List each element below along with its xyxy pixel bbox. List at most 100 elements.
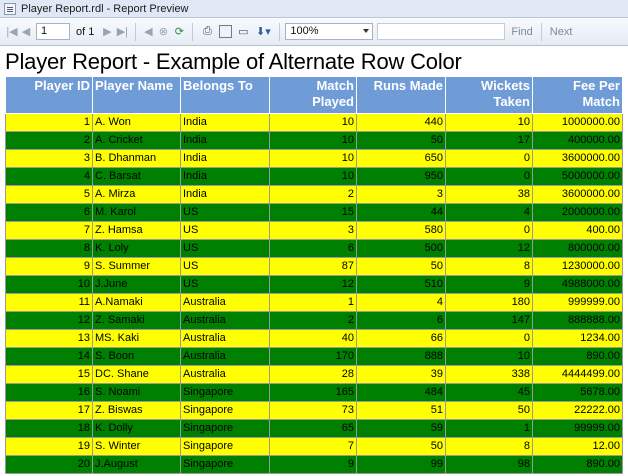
match-played-cell: 2 bbox=[269, 311, 357, 330]
player-name-cell: A. Cricket bbox=[92, 131, 181, 150]
player-id-cell: 8 bbox=[5, 239, 93, 258]
player-id-cell: 6 bbox=[5, 203, 93, 222]
wickets-taken-cell: 180 bbox=[445, 293, 533, 312]
column-header-player-name: Player Name bbox=[92, 76, 181, 114]
table-row: 14 S. Boon Australia 170 888 10 890.00 bbox=[5, 347, 623, 366]
match-played-cell: 6 bbox=[269, 239, 357, 258]
player-name-cell: B. Dhanman bbox=[92, 149, 181, 168]
find-link[interactable]: Find bbox=[511, 26, 532, 38]
player-name-cell: A. Won bbox=[92, 113, 181, 132]
fee-per-match-cell: 1000000.00 bbox=[532, 113, 623, 132]
next-page-icon[interactable]: ▶ bbox=[100, 22, 114, 42]
print-layout-icon[interactable] bbox=[216, 22, 234, 42]
belongs-to-cell: US bbox=[180, 221, 270, 240]
next-link[interactable]: Next bbox=[550, 26, 573, 38]
previous-page-icon[interactable]: ◀ bbox=[20, 22, 32, 42]
match-played-cell: 7 bbox=[269, 437, 357, 456]
runs-made-cell: 39 bbox=[356, 365, 446, 384]
table-row: 5 A. Mirza India 2 3 38 3600000.00 bbox=[5, 185, 623, 204]
runs-made-cell: 99 bbox=[356, 455, 446, 474]
runs-made-cell: 580 bbox=[356, 221, 446, 240]
find-input[interactable] bbox=[377, 23, 506, 40]
wickets-taken-cell: 8 bbox=[445, 437, 533, 456]
fee-per-match-cell: 890.00 bbox=[532, 347, 623, 366]
wickets-taken-cell: 0 bbox=[445, 149, 533, 168]
belongs-to-cell: India bbox=[180, 149, 270, 168]
page-count-label: of 1 bbox=[76, 25, 95, 38]
belongs-to-cell: Singapore bbox=[180, 437, 270, 456]
fee-per-match-cell: 2000000.00 bbox=[532, 203, 623, 222]
table-row: 18 K. Dolly Singapore 65 59 1 99999.00 bbox=[5, 419, 623, 438]
zoom-select[interactable]: 100% bbox=[285, 23, 374, 40]
player-id-cell: 11 bbox=[5, 293, 93, 312]
belongs-to-cell: US bbox=[180, 203, 270, 222]
player-id-cell: 3 bbox=[5, 149, 93, 168]
wickets-taken-cell: 0 bbox=[445, 221, 533, 240]
table-row: 20 J.August Singapore 9 99 98 890.00 bbox=[5, 455, 623, 474]
runs-made-cell: 3 bbox=[356, 185, 446, 204]
fee-per-match-cell: 3600000.00 bbox=[532, 185, 623, 204]
table-row: 2 A. Cricket India 10 50 17 400000.00 bbox=[5, 131, 623, 150]
belongs-to-cell: US bbox=[180, 275, 270, 294]
table-row: 12 Z. Samaki Australia 2 6 147 888888.00 bbox=[5, 311, 623, 330]
belongs-to-cell: Australia bbox=[180, 347, 270, 366]
match-played-cell: 40 bbox=[269, 329, 357, 348]
export-icon[interactable]: ⬇▾ bbox=[252, 22, 274, 42]
table-row: 8 K. Loly US 6 500 12 800000.00 bbox=[5, 239, 623, 258]
runs-made-cell: 50 bbox=[356, 131, 446, 150]
wickets-taken-cell: 0 bbox=[445, 329, 533, 348]
match-played-cell: 28 bbox=[269, 365, 357, 384]
refresh-icon[interactable]: ⟳ bbox=[171, 22, 187, 42]
player-name-cell: M. Karol bbox=[92, 203, 181, 222]
toolbar-separator bbox=[540, 22, 542, 41]
match-played-cell: 10 bbox=[269, 167, 357, 186]
table-row: 9 S. Summer US 87 50 8 1230000.00 bbox=[5, 257, 623, 276]
player-name-cell: C. Barsat bbox=[92, 167, 181, 186]
table-row: 7 Z. Hamsa US 3 580 0 400.00 bbox=[5, 221, 623, 240]
wickets-taken-cell: 10 bbox=[445, 347, 533, 366]
belongs-to-cell: Australia bbox=[180, 365, 270, 384]
match-played-cell: 65 bbox=[269, 419, 357, 438]
page-setup-icon[interactable]: ▭ bbox=[234, 22, 252, 42]
match-played-cell: 9 bbox=[269, 455, 357, 474]
table-row: 11 A.Namaki Australia 1 4 180 999999.00 bbox=[5, 293, 623, 312]
back-icon[interactable]: ◀ bbox=[141, 22, 155, 42]
table-row: 13 MS. Kaki Australia 40 66 0 1234.00 bbox=[5, 329, 623, 348]
player-name-cell: Z. Biswas bbox=[92, 401, 181, 420]
player-name-cell: K. Loly bbox=[92, 239, 181, 258]
zoom-value: 100% bbox=[290, 25, 319, 37]
fee-per-match-cell: 890.00 bbox=[532, 455, 623, 474]
player-id-cell: 19 bbox=[5, 437, 93, 456]
table-row: 15 DC. Shane Australia 28 39 338 4444499.00 bbox=[5, 365, 623, 384]
player-id-cell: 20 bbox=[5, 455, 93, 474]
belongs-to-cell: India bbox=[180, 113, 270, 132]
table-row: 4 C. Barsat India 10 950 0 5000000.00 bbox=[5, 167, 623, 186]
print-icon[interactable]: ⎙ bbox=[198, 22, 216, 42]
match-played-cell: 170 bbox=[269, 347, 357, 366]
runs-made-cell: 950 bbox=[356, 167, 446, 186]
player-id-cell: 15 bbox=[5, 365, 93, 384]
runs-made-cell: 888 bbox=[356, 347, 446, 366]
wickets-taken-cell: 1 bbox=[445, 419, 533, 438]
belongs-to-cell: Australia bbox=[180, 311, 270, 330]
wickets-taken-cell: 45 bbox=[445, 383, 533, 402]
stop-icon[interactable]: ⊗ bbox=[155, 22, 171, 42]
player-name-cell: A.Namaki bbox=[92, 293, 181, 312]
player-name-cell: A. Mirza bbox=[92, 185, 181, 204]
table-row: 6 M. Karol US 15 44 4 2000000.00 bbox=[5, 203, 623, 222]
wickets-taken-cell: 12 bbox=[445, 239, 533, 258]
last-page-icon[interactable]: ▶| bbox=[114, 22, 130, 42]
first-page-icon[interactable]: |◀ bbox=[4, 22, 20, 42]
page-number-input[interactable]: 1 bbox=[36, 23, 70, 40]
runs-made-cell: 510 bbox=[356, 275, 446, 294]
wickets-taken-cell: 98 bbox=[445, 455, 533, 474]
column-header-belongs-to: Belongs To bbox=[180, 76, 270, 114]
fee-per-match-cell: 400000.00 bbox=[532, 131, 623, 150]
wickets-taken-cell: 4 bbox=[445, 203, 533, 222]
wickets-taken-cell: 10 bbox=[445, 113, 533, 132]
player-id-cell: 5 bbox=[5, 185, 93, 204]
runs-made-cell: 50 bbox=[356, 257, 446, 276]
match-played-cell: 165 bbox=[269, 383, 357, 402]
window-title: Player Report.rdl - Report Preview bbox=[21, 2, 189, 15]
match-played-cell: 10 bbox=[269, 131, 357, 150]
